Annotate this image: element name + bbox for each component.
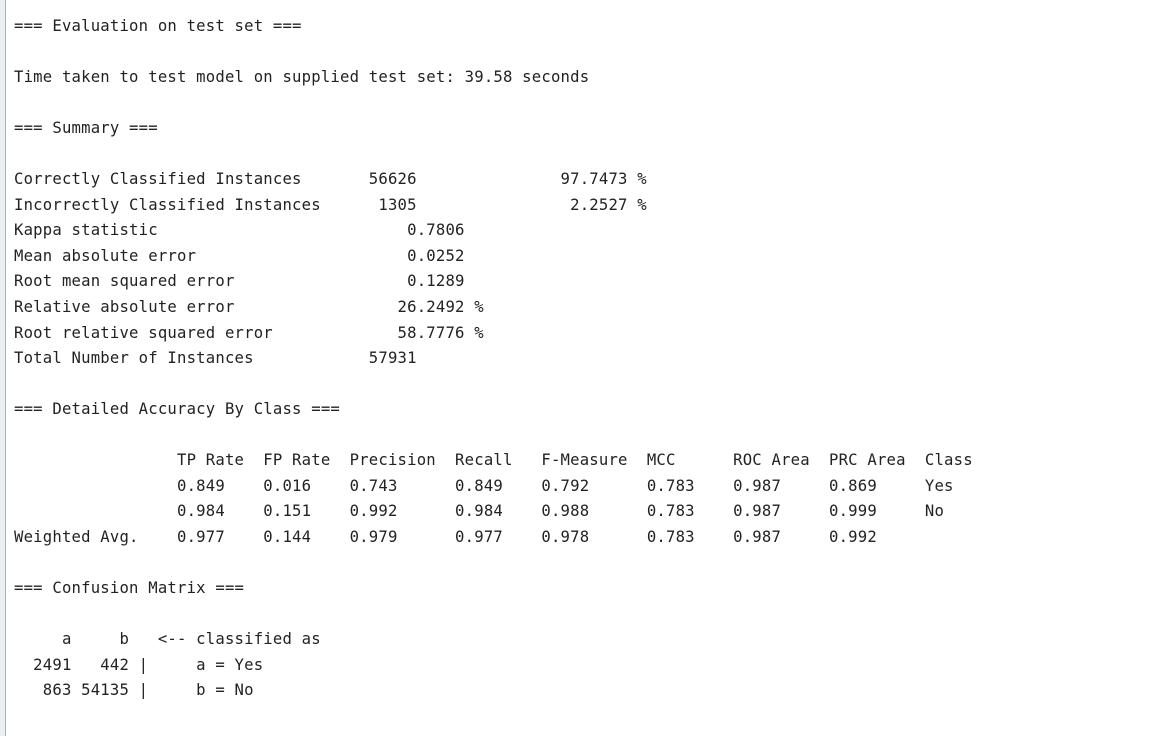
summary-rrse-line: Root relative squared error 58.7776 % bbox=[14, 323, 484, 342]
summary-correct-line: Correctly Classified Instances 56626 97.… bbox=[14, 170, 647, 189]
summary-mae-line: Mean absolute error 0.0252 bbox=[14, 246, 465, 265]
section-header-detailed-accuracy: === Detailed Accuracy By Class === bbox=[14, 400, 340, 419]
confusion-matrix-header: a b <-- classified as bbox=[14, 630, 321, 649]
accuracy-row-no: 0.984 0.151 0.992 0.984 0.988 0.783 0.98… bbox=[14, 502, 945, 521]
summary-kappa-line: Kappa statistic 0.7806 bbox=[14, 221, 465, 240]
section-header-summary: === Summary === bbox=[14, 119, 158, 138]
time-taken-line: Time taken to test model on supplied tes… bbox=[14, 68, 590, 87]
classifier-output-panel: === Evaluation on test set === Time take… bbox=[0, 0, 1168, 736]
summary-rae-line: Relative absolute error 26.2492 % bbox=[14, 298, 484, 317]
summary-total-line: Total Number of Instances 57931 bbox=[14, 349, 417, 368]
section-header-confusion-matrix: === Confusion Matrix === bbox=[14, 579, 245, 598]
accuracy-row-weighted-avg: Weighted Avg. 0.977 0.144 0.979 0.977 0.… bbox=[14, 527, 877, 546]
confusion-matrix-row-a: 2491 442 | a = Yes bbox=[14, 655, 264, 674]
summary-incorrect-line: Incorrectly Classified Instances 1305 2.… bbox=[14, 195, 647, 214]
accuracy-row-yes: 0.849 0.016 0.743 0.849 0.792 0.783 0.98… bbox=[14, 476, 954, 495]
section-header-evaluation: === Evaluation on test set === bbox=[14, 17, 302, 35]
accuracy-table-header: TP Rate FP Rate Precision Recall F-Measu… bbox=[14, 451, 973, 470]
classifier-output-text[interactable]: === Evaluation on test set === Time take… bbox=[14, 14, 1168, 736]
panel-left-border bbox=[0, 0, 6, 736]
confusion-matrix-row-b: 863 54135 | b = No bbox=[14, 681, 254, 700]
summary-rmse-line: Root mean squared error 0.1289 bbox=[14, 272, 465, 291]
